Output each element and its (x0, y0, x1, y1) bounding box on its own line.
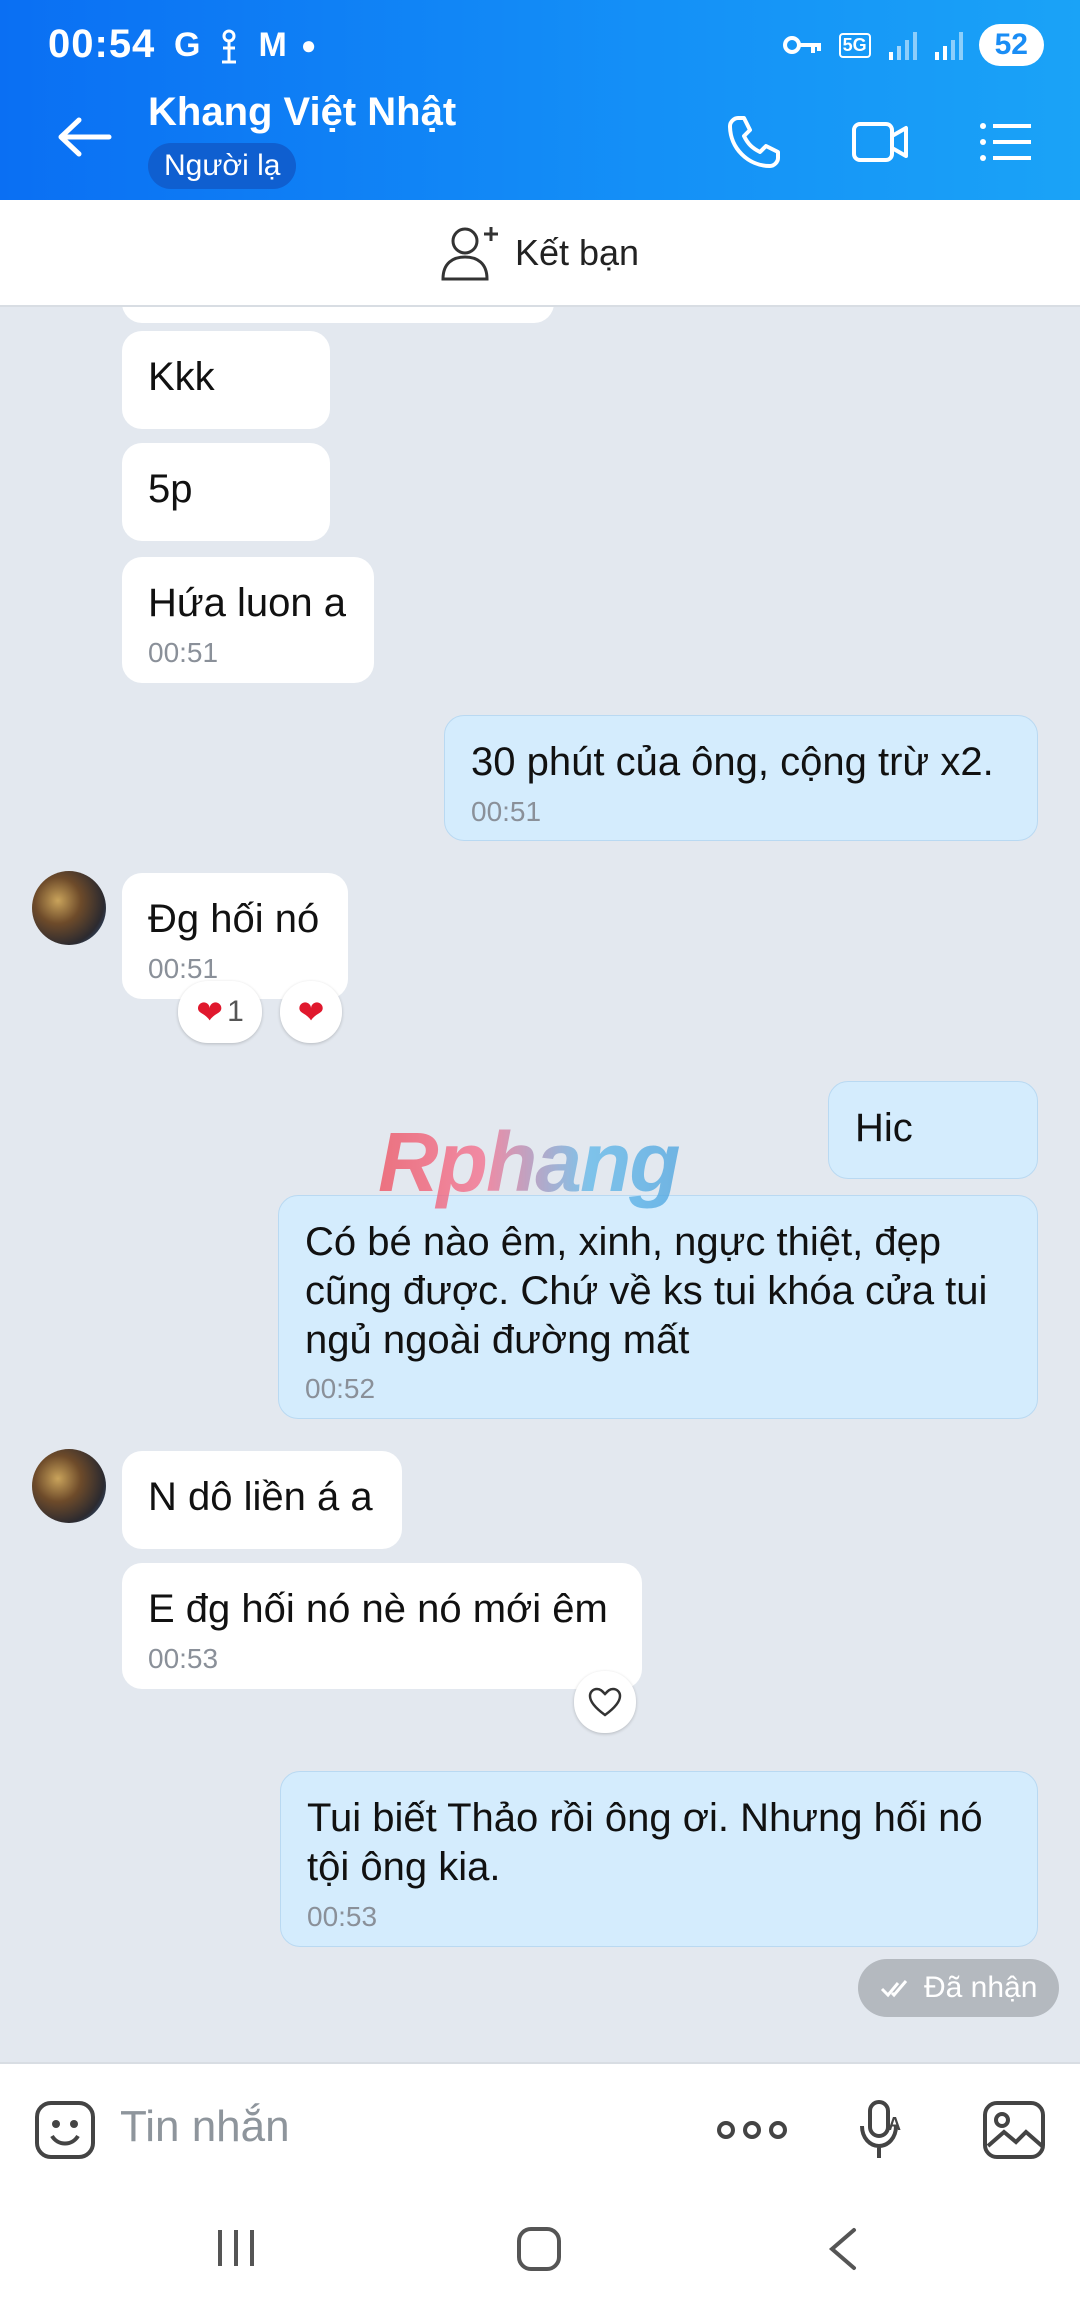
status-system-icons: 5G 52 (782, 24, 1044, 66)
message-time: 00:51 (148, 636, 219, 668)
react-button[interactable]: ❤ (280, 981, 342, 1043)
signal-icon-2 (934, 32, 963, 60)
message-time: 00:53 (307, 1900, 378, 1932)
network-type: 5G (838, 32, 871, 58)
message-sent[interactable]: Có bé nào êm, xinh, ngực thiệt, đẹp cũng… (278, 1195, 1038, 1419)
message-time: 00:53 (148, 1642, 219, 1674)
status-bar: 00:54 G M ● 5G 52 (0, 0, 1080, 90)
heart-icon: ❤ (297, 994, 325, 1030)
double-check-icon (880, 1980, 908, 1998)
message-input[interactable]: Tin nhắn (120, 2102, 290, 2152)
heart-icon: ❤ (196, 994, 224, 1030)
message-sent[interactable]: Tui biết Thảo rồi ông ơi. Nhưng hối nó t… (280, 1771, 1038, 1947)
stranger-badge: Người lạ (148, 143, 297, 189)
contact-name[interactable]: Khang Việt Nhật (148, 90, 456, 135)
video-call-icon[interactable] (850, 112, 910, 172)
gmail-notification-icon: M (258, 26, 287, 64)
heart-icon (588, 1687, 622, 1717)
message-received[interactable]: E đg hối nó nè nó mới êm 00:53 (122, 1563, 642, 1689)
status-notification-icons: G M ● (174, 26, 317, 65)
message-time: 00:52 (305, 1373, 376, 1405)
message-sent[interactable]: Hic (828, 1081, 1038, 1179)
add-friend-icon (441, 226, 498, 280)
back-arrow-icon[interactable] (55, 112, 115, 162)
message-status-badge: Đã nhận (858, 1959, 1060, 2017)
g-notification-icon: G (174, 26, 201, 64)
reaction-summary[interactable]: ❤ 1 (178, 981, 262, 1043)
add-friend-bar[interactable]: Kết bạn (0, 200, 1080, 307)
chat-header: 00:54 G M ● 5G 52 Khang Việt Nhật Người … (0, 0, 1080, 200)
reaction-count: 1 (227, 995, 244, 1028)
react-button[interactable] (574, 1671, 636, 1733)
avatar[interactable] (32, 1449, 106, 1523)
battery-indicator: 52 (978, 24, 1044, 66)
home-icon[interactable] (516, 2226, 562, 2272)
menu-list-icon[interactable] (975, 112, 1035, 172)
message-received[interactable]: N dô liền á a (122, 1451, 402, 1549)
phone-icon[interactable] (724, 112, 784, 172)
image-icon[interactable] (982, 2100, 1046, 2160)
more-icon[interactable] (716, 2100, 788, 2160)
watermark: Rphang (378, 1115, 681, 1209)
message-received[interactable]: Kkk (122, 331, 330, 429)
voice-text-icon[interactable]: A (858, 2100, 908, 2160)
dot-notification-icon: ● (300, 30, 317, 60)
message-time: 00:51 (471, 795, 542, 827)
add-friend-label: Kết bạn (514, 231, 640, 273)
svg-text:A: A (888, 2114, 901, 2134)
status-time: 00:54 (48, 22, 156, 66)
avatar[interactable] (32, 871, 106, 945)
emoji-icon[interactable] (34, 2100, 96, 2160)
back-nav-icon[interactable] (826, 2226, 860, 2272)
recent-apps-icon[interactable] (214, 2226, 258, 2270)
message-input-bar: Tin nhắn A (0, 2062, 1080, 2192)
message-partial (122, 307, 554, 323)
message-sent[interactable]: 30 phút của ông, cộng trừ x2. 00:51 (444, 715, 1038, 841)
signal-icon-1 (888, 32, 917, 60)
system-navigation-bar (0, 2192, 1080, 2316)
message-received[interactable]: Hứa luon a 00:51 (122, 557, 374, 683)
vpn-key-icon (782, 36, 821, 54)
hotspot-icon (222, 29, 237, 63)
message-received[interactable]: 5p (122, 443, 330, 541)
